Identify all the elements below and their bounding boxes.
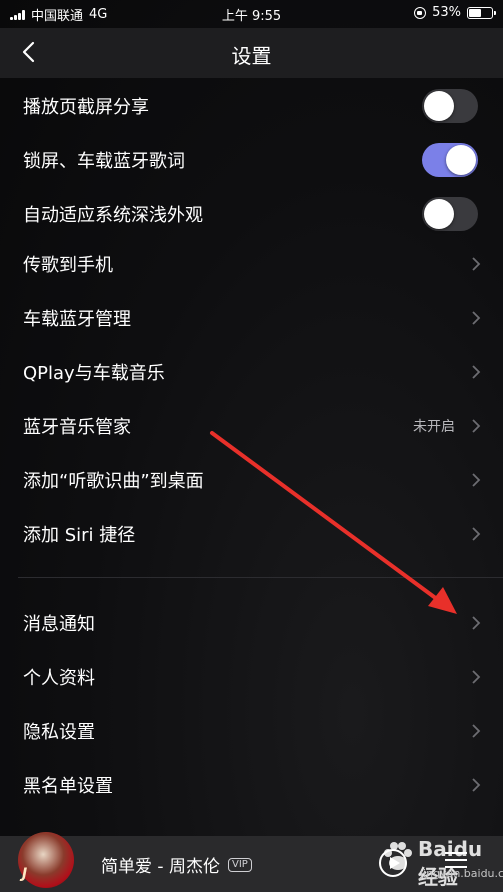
now-playing-title: 简单爱 - 周杰伦 [101, 857, 220, 877]
annotation-arrow [210, 431, 457, 614]
watermark-url: jingyan.baidu.com [420, 867, 503, 880]
baidu-watermark: Baidu 经验 jingyan.baidu.com [380, 835, 503, 892]
cover-text: J [22, 866, 28, 882]
watermark-text: Baidu 经验 [418, 837, 483, 889]
vip-badge: VIP [228, 858, 252, 872]
album-cover[interactable]: J [18, 832, 74, 888]
paw-logo-icon [384, 842, 412, 870]
